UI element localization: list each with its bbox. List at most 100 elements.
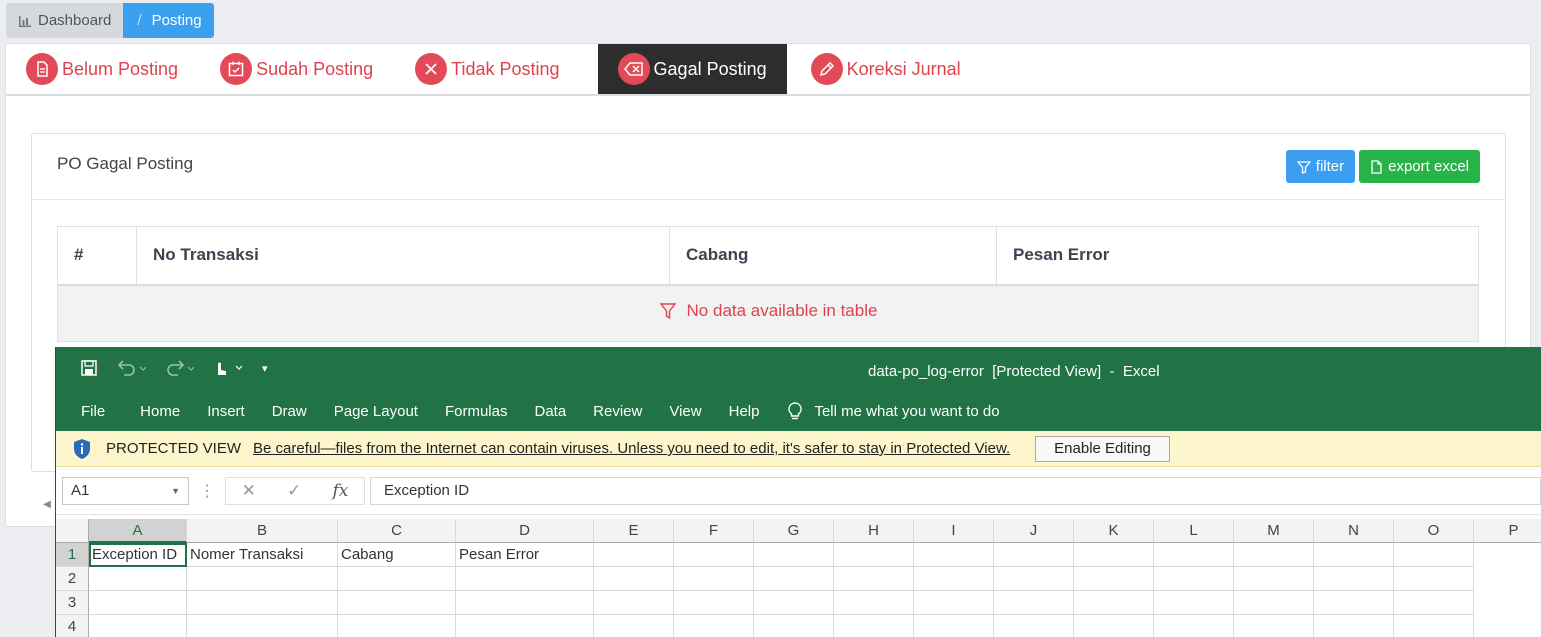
formula-input[interactable]: Exception ID (370, 476, 1541, 505)
tab-gagal-posting[interactable]: Gagal Posting (597, 44, 787, 94)
cell[interactable] (1314, 615, 1394, 637)
tab-sudah-posting[interactable]: Sudah Posting (218, 44, 391, 94)
col-header-cabang[interactable]: Cabang (669, 226, 997, 286)
ribbon-tab-data[interactable]: Data (534, 403, 566, 420)
col-header-no-transaksi[interactable]: No Transaksi (136, 226, 670, 286)
cell[interactable] (594, 591, 674, 615)
cell[interactable] (1154, 567, 1234, 591)
cell[interactable] (834, 615, 914, 637)
cell[interactable] (1234, 591, 1314, 615)
ribbon-tab-view[interactable]: View (669, 403, 701, 420)
cell[interactable] (456, 615, 594, 637)
cell[interactable] (338, 567, 456, 591)
customize-toolbar-icon[interactable]: ▾ (262, 362, 268, 375)
cell[interactable] (994, 567, 1074, 591)
column-header[interactable]: B (187, 519, 338, 543)
enter-check-icon[interactable]: ✓ (287, 481, 301, 501)
ribbon-tab-formulas[interactable]: Formulas (445, 403, 508, 420)
cell[interactable] (89, 615, 187, 637)
tell-me-box[interactable]: Tell me what you want to do (786, 401, 1026, 421)
column-header[interactable]: A (89, 519, 187, 543)
cell[interactable] (456, 567, 594, 591)
ribbon-tab-insert[interactable]: Insert (207, 403, 245, 420)
cell[interactable] (1234, 543, 1314, 567)
ribbon-tab-home[interactable]: Home (140, 403, 180, 420)
enable-editing-button[interactable]: Enable Editing (1035, 435, 1170, 462)
touch-mode-icon[interactable] (212, 359, 244, 377)
cell[interactable] (89, 567, 187, 591)
ribbon-tab-review[interactable]: Review (593, 403, 642, 420)
column-header[interactable]: I (914, 519, 994, 543)
cell[interactable] (674, 543, 754, 567)
cell[interactable] (187, 591, 338, 615)
ribbon-tab-page-layout[interactable]: Page Layout (334, 403, 418, 420)
undo-icon[interactable] (116, 359, 146, 377)
row-header[interactable]: 4 (56, 615, 89, 637)
save-icon[interactable] (80, 359, 98, 377)
export-excel-button[interactable]: export excel (1359, 150, 1480, 183)
protected-view-message[interactable]: Be careful—files from the Internet can c… (253, 440, 1010, 457)
cell[interactable] (1314, 567, 1394, 591)
cell[interactable] (1394, 567, 1474, 591)
cell[interactable] (834, 567, 914, 591)
ribbon-tab-help[interactable]: Help (729, 403, 760, 420)
cell[interactable] (834, 543, 914, 567)
col-header-pesan-error[interactable]: Pesan Error (996, 226, 1479, 286)
column-header[interactable]: K (1074, 519, 1154, 543)
cell[interactable] (1234, 615, 1314, 637)
cell[interactable] (674, 615, 754, 637)
cell[interactable] (994, 543, 1074, 567)
formula-bar-grip-icon[interactable]: ⋮ (189, 481, 225, 501)
cell[interactable] (1154, 543, 1234, 567)
cell[interactable] (994, 615, 1074, 637)
cancel-icon[interactable]: ✕ (242, 481, 256, 501)
cell[interactable] (994, 591, 1074, 615)
cell[interactable] (338, 615, 456, 637)
cell[interactable] (594, 615, 674, 637)
column-header[interactable]: H (834, 519, 914, 543)
name-box[interactable]: A1 ▼ (62, 476, 189, 505)
cell[interactable] (1074, 567, 1154, 591)
cell[interactable] (456, 591, 594, 615)
column-header[interactable]: P (1474, 519, 1541, 543)
cell[interactable] (914, 591, 994, 615)
cell-a1[interactable]: Exception ID (89, 543, 187, 567)
row-header[interactable]: 3 (56, 591, 89, 615)
ribbon-tab-draw[interactable]: Draw (272, 403, 307, 420)
cell[interactable] (1394, 591, 1474, 615)
cell[interactable] (89, 591, 187, 615)
cell[interactable] (1394, 543, 1474, 567)
insert-function-icon[interactable]: fx (333, 481, 349, 501)
cell[interactable] (914, 567, 994, 591)
filter-button[interactable]: filter (1285, 150, 1356, 183)
cell-c1[interactable]: Cabang (338, 543, 456, 567)
tab-tidak-posting[interactable]: Tidak Posting (413, 44, 577, 94)
cell[interactable] (1234, 567, 1314, 591)
cell[interactable] (674, 567, 754, 591)
column-header[interactable]: E (594, 519, 674, 543)
cell[interactable] (594, 567, 674, 591)
cell[interactable] (1394, 615, 1474, 637)
breadcrumb-dashboard[interactable]: Dashboard (6, 3, 124, 38)
column-header[interactable]: C (338, 519, 456, 543)
cell[interactable] (1154, 615, 1234, 637)
cell[interactable] (1314, 591, 1394, 615)
column-header[interactable]: F (674, 519, 754, 543)
breadcrumb-posting[interactable]: / Posting (123, 3, 214, 38)
cell[interactable] (914, 543, 994, 567)
cell[interactable] (338, 591, 456, 615)
column-header[interactable]: O (1394, 519, 1474, 543)
cell[interactable] (754, 615, 834, 637)
cell[interactable] (914, 615, 994, 637)
ribbon-tab-file[interactable]: File (81, 403, 105, 420)
row-header[interactable]: 1 (56, 543, 89, 567)
redo-icon[interactable] (164, 359, 194, 377)
cell[interactable] (754, 567, 834, 591)
cell[interactable] (754, 591, 834, 615)
cell[interactable] (834, 591, 914, 615)
tab-koreksi-jurnal[interactable]: Koreksi Jurnal (809, 44, 979, 94)
cell-b1[interactable]: Nomer Transaksi (187, 543, 338, 567)
col-header-number[interactable]: # (57, 226, 137, 286)
row-header[interactable]: 2 (56, 567, 89, 591)
cell[interactable] (594, 543, 674, 567)
